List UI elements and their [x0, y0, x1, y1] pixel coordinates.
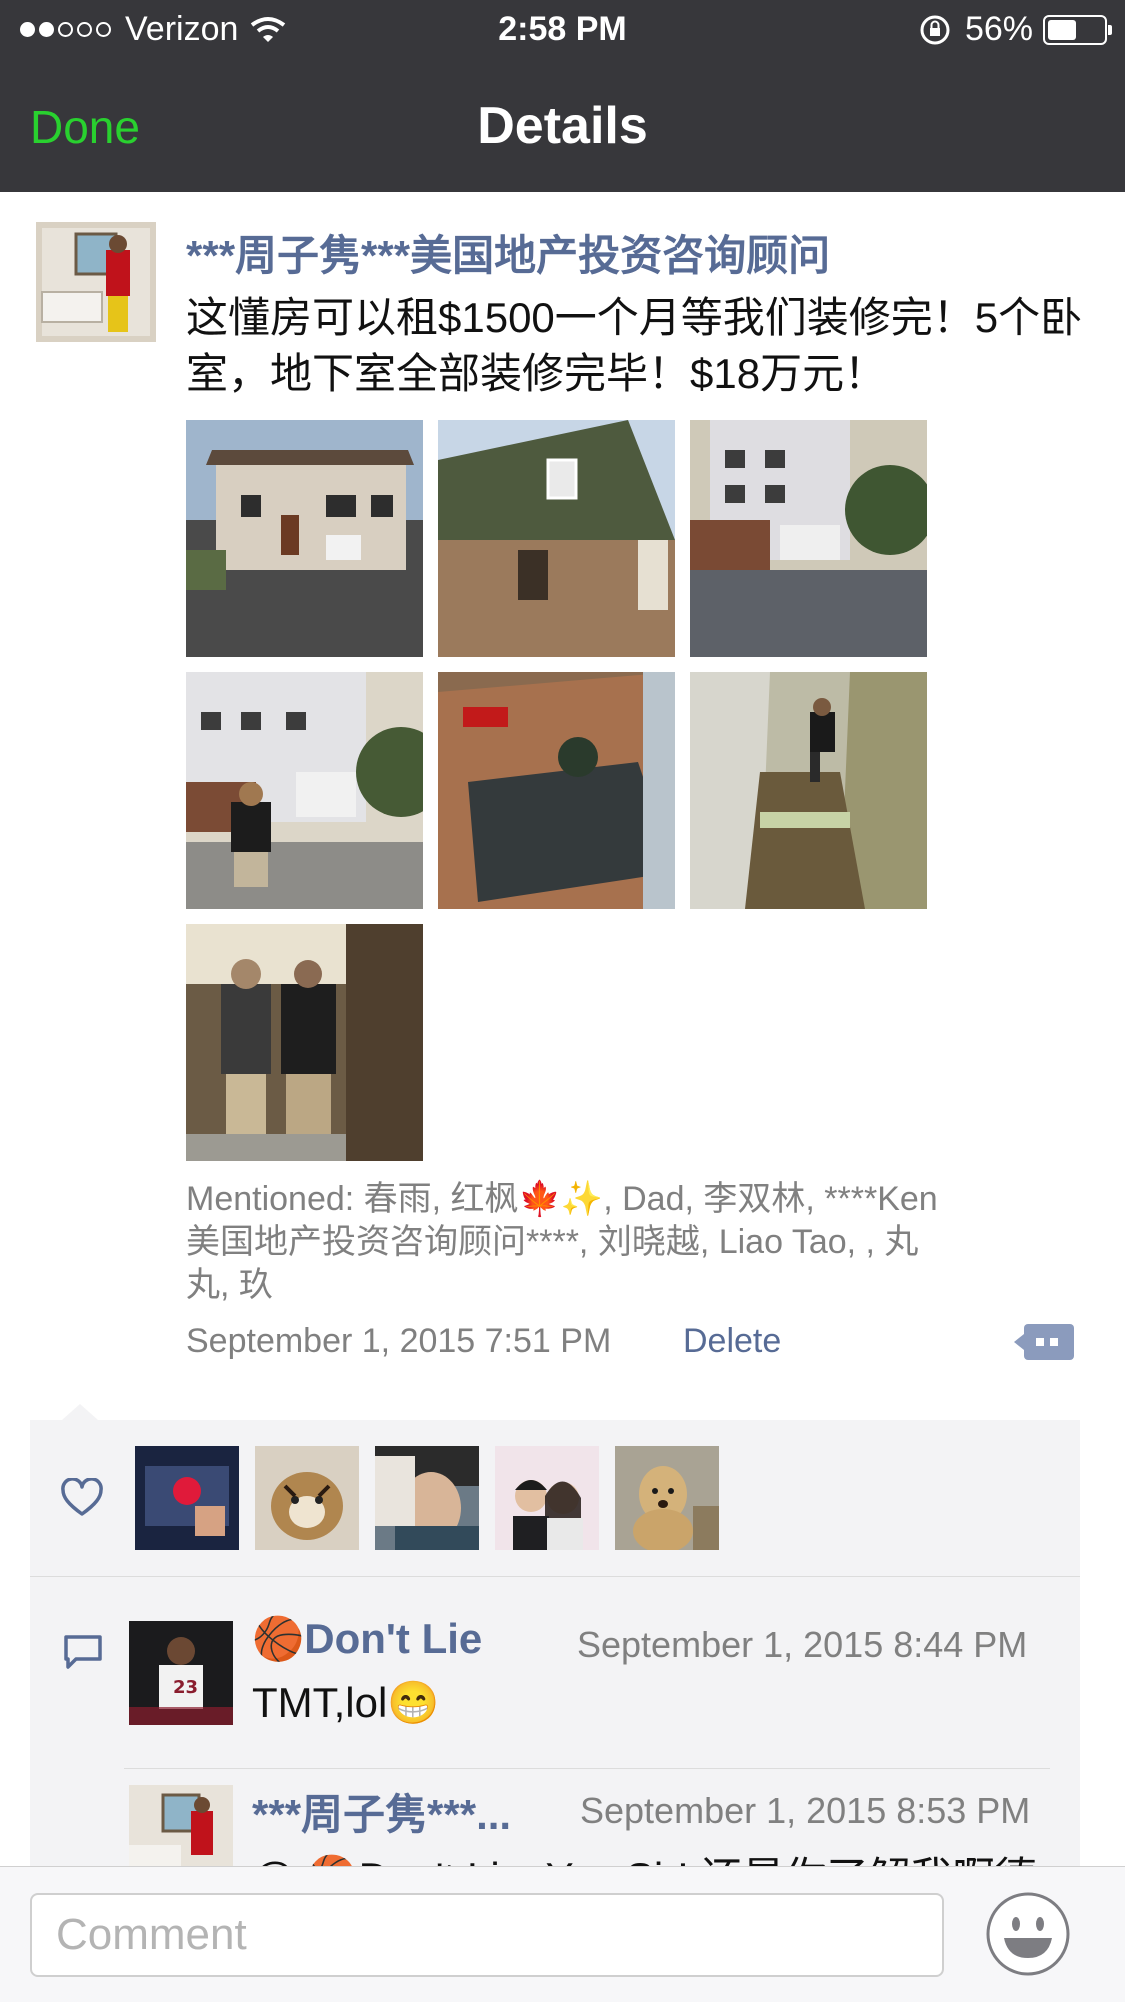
post-photo[interactable]: [690, 420, 927, 657]
svg-text:23: 23: [173, 1677, 198, 1698]
comment-author[interactable]: ***周子隽***...: [252, 1781, 511, 1842]
post-photo[interactable]: [438, 672, 675, 909]
like-avatar[interactable]: [615, 1446, 719, 1550]
delete-button[interactable]: Delete: [683, 1322, 781, 1361]
like-avatar[interactable]: [375, 1446, 479, 1550]
commenter-avatar[interactable]: 23: [129, 1621, 233, 1725]
heart-icon: [61, 1478, 103, 1516]
post-photo[interactable]: [186, 420, 423, 657]
comment-divider: [124, 1768, 1050, 1769]
like-avatar[interactable]: [495, 1446, 599, 1550]
battery-percent: 56%: [964, 10, 1033, 48]
author-avatar[interactable]: [36, 222, 156, 342]
post-text: 这懂房可以租$1500一个月等我们装修完！5个卧室，地下室全部装修完毕！$18万…: [186, 294, 1083, 397]
post-photo[interactable]: [690, 672, 927, 909]
comment-input[interactable]: [30, 1893, 944, 1977]
battery-icon: [1043, 14, 1112, 45]
emoji-face-icon[interactable]: [984, 1890, 1072, 1978]
rotation-lock-icon: [920, 15, 950, 44]
page-title: Details: [477, 97, 648, 155]
status-bar: Verizon 2:58 PM 56%: [0, 0, 1125, 62]
post-photo[interactable]: [186, 924, 423, 1161]
post-timestamp: September 1, 2015 7:51 PM: [186, 1322, 612, 1360]
comment-bubble-icon: [64, 1635, 102, 1669]
more-actions-icon[interactable]: [1014, 1322, 1074, 1362]
comment-timestamp: September 1, 2015 8:53 PM: [580, 1790, 1031, 1831]
comment-text: TMT,lol😁: [252, 1679, 440, 1726]
battery-level: [1048, 19, 1076, 40]
comment-author[interactable]: 🏀Don't Lie: [252, 1615, 482, 1664]
post-author-name[interactable]: ***周子隽***美国地产投资咨询顾问: [186, 222, 830, 283]
panel-divider: [30, 1576, 1080, 1577]
post-photo[interactable]: [438, 420, 675, 657]
like-avatar[interactable]: [135, 1446, 239, 1550]
status-right: 56%: [919, 10, 1112, 49]
comment-timestamp: September 1, 2015 8:44 PM: [577, 1624, 1028, 1665]
like-avatar[interactable]: [255, 1446, 359, 1550]
mentioned-list[interactable]: Mentioned: 春雨, 红枫🍁✨, Dad, 李双林, ****Ken美国…: [186, 1178, 946, 1307]
top-bar: Verizon 2:58 PM 56% Done Details: [0, 0, 1125, 192]
comment-area-pointer: [62, 1404, 98, 1420]
post-photo[interactable]: [186, 672, 423, 909]
